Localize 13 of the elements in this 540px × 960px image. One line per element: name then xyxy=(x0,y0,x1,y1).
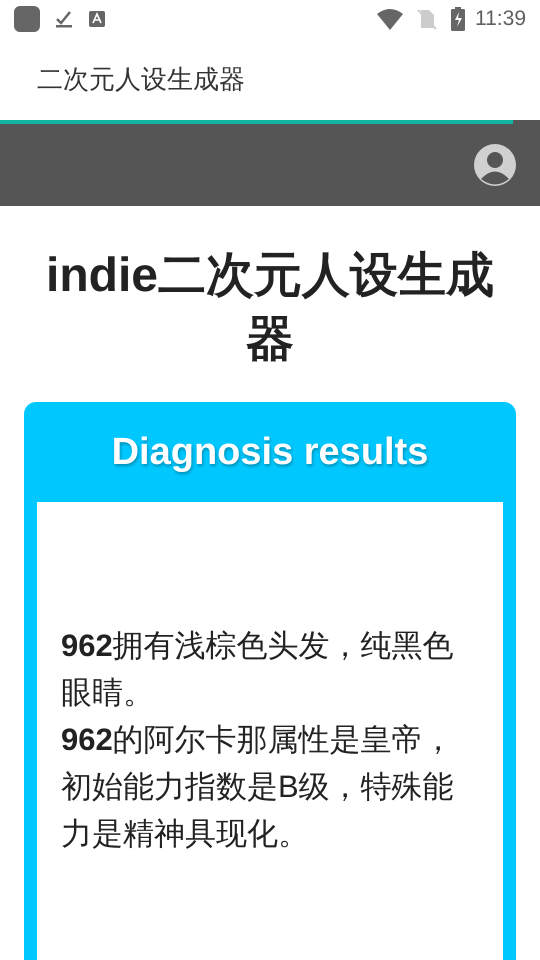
card-title: Diagnosis results xyxy=(112,430,428,474)
download-done-icon xyxy=(54,9,74,29)
app-title: 二次元人设生成器 xyxy=(37,62,245,96)
font-icon xyxy=(88,10,106,28)
wifi-icon xyxy=(377,8,403,30)
page-heading: indie二次元人设生成器 xyxy=(44,248,495,368)
app-icon xyxy=(14,6,40,32)
clock-time: 11:39 xyxy=(475,6,526,32)
result-text: 962拥有浅棕色头发，纯黑色眼睛。 xyxy=(61,627,455,712)
account-icon[interactable] xyxy=(474,144,516,186)
result-text: 962的阿尔卡那属性是皇帝，初始能力指数是B级，特殊能力是精神具现化。 xyxy=(61,721,455,853)
no-sim-icon xyxy=(417,8,437,30)
battery-charging-icon xyxy=(451,7,465,31)
